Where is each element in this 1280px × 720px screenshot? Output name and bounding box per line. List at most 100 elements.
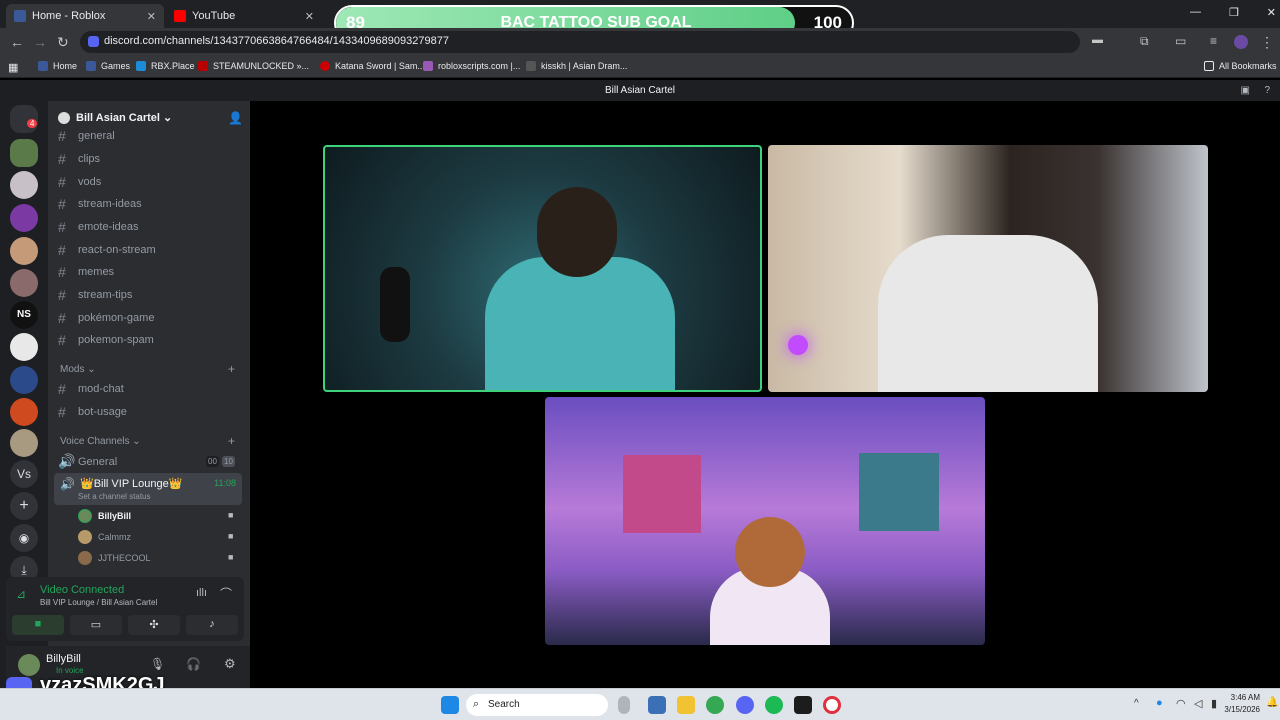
close-window-icon[interactable]: ✕ bbox=[1267, 6, 1276, 19]
invite-icon[interactable]: 👤 bbox=[228, 111, 243, 125]
channel-emote-ideas[interactable]: # emote-ideas bbox=[58, 219, 139, 235]
disconnect-icon[interactable]: ⌒ bbox=[220, 585, 232, 602]
widgets-icon[interactable] bbox=[618, 696, 630, 714]
channel-sidebar: Bill Asian Cartel ⌄ 👤 # general # clips # v… bbox=[6, 101, 250, 688]
server-icon[interactable] bbox=[10, 333, 38, 361]
channel-bot-usage[interactable]: # bot-usage bbox=[58, 404, 127, 420]
chevron-up-icon[interactable]: ^ bbox=[1134, 698, 1139, 709]
inbox-icon[interactable]: ▣ bbox=[1241, 85, 1250, 96]
reload-icon[interactable]: ↻ bbox=[57, 34, 69, 51]
add-channel-icon[interactable]: + bbox=[228, 362, 235, 376]
bookmark-robloxscripts[interactable]: robloxscripts.com |... bbox=[423, 61, 520, 71]
add-channel-icon[interactable]: + bbox=[228, 434, 235, 448]
channel-clips[interactable]: # clips bbox=[58, 151, 100, 167]
screenshare-button[interactable]: ▭ bbox=[70, 615, 122, 635]
channel-status-hint[interactable]: Set a channel status bbox=[78, 492, 151, 501]
cast-icon[interactable]: ▭ bbox=[1175, 34, 1186, 48]
extension-icon[interactable]: ▬ bbox=[1092, 34, 1103, 46]
channel-pokemon-game[interactable]: # pokémon-game bbox=[58, 310, 154, 326]
start-icon[interactable] bbox=[441, 696, 459, 714]
all-bookmarks[interactable]: All Bookmarks bbox=[1204, 61, 1277, 71]
channel-memes[interactable]: # memes bbox=[58, 264, 114, 280]
minimize-icon[interactable]: — bbox=[1190, 6, 1201, 19]
clock-date[interactable]: 3/15/2026 bbox=[1210, 705, 1260, 714]
voice-user-billybill[interactable]: BillyBill bbox=[78, 509, 131, 523]
discover-icon[interactable]: ◉ bbox=[10, 524, 38, 552]
bookmark-home[interactable]: Home bbox=[38, 61, 77, 71]
profile-avatar[interactable] bbox=[1234, 35, 1248, 49]
headphones-icon[interactable]: 🎧 bbox=[186, 657, 201, 671]
bookmark-steamunlocked[interactable]: STEAMUNLOCKED »... bbox=[198, 61, 309, 71]
bookmark-games[interactable]: Games bbox=[86, 61, 130, 71]
voice-user-jjthecool[interactable]: JJTHECOOL bbox=[78, 551, 151, 565]
server-icon[interactable] bbox=[10, 237, 38, 265]
channel-react-on-stream[interactable]: # react-on-stream bbox=[58, 242, 156, 258]
wifi-icon[interactable]: ◠ bbox=[1176, 697, 1186, 710]
video-tile[interactable] bbox=[768, 145, 1208, 392]
soundboard-button[interactable]: ♪ bbox=[186, 615, 238, 635]
server-bill-asian-cartel[interactable] bbox=[10, 139, 38, 167]
channel-pokemon-spam[interactable]: # pokemon-spam bbox=[58, 332, 154, 348]
server-icon[interactable] bbox=[10, 269, 38, 297]
chrome-icon[interactable] bbox=[706, 696, 724, 714]
url-input[interactable]: discord.com/channels/1343770663864766484… bbox=[80, 31, 1080, 53]
camera-toggle-button[interactable]: ■ bbox=[12, 615, 64, 635]
opera-icon[interactable] bbox=[823, 696, 841, 714]
avatar[interactable] bbox=[18, 654, 40, 676]
category-voice[interactable]: Voice Channels ⌄ bbox=[60, 436, 141, 447]
noise-suppression-icon[interactable]: ıllı bbox=[196, 587, 207, 599]
bookmark-rbxplace[interactable]: RBX.Place bbox=[136, 61, 195, 71]
close-icon[interactable]: ✕ bbox=[147, 10, 156, 23]
clock-time[interactable]: 3:46 AM bbox=[1220, 693, 1260, 702]
activities-button[interactable]: ✣ bbox=[128, 615, 180, 635]
server-icon[interactable] bbox=[10, 429, 38, 457]
microphone-icon[interactable]: ● bbox=[1156, 697, 1163, 709]
store-icon[interactable] bbox=[648, 696, 666, 714]
file-explorer-icon[interactable] bbox=[677, 696, 695, 714]
channel-stream-tips[interactable]: # stream-tips bbox=[58, 287, 132, 303]
notification-icon[interactable]: 🔔 bbox=[1266, 697, 1278, 708]
server-icon[interactable] bbox=[10, 204, 38, 232]
channel-general[interactable]: # general bbox=[58, 128, 115, 144]
spotify-icon[interactable] bbox=[765, 696, 783, 714]
bookmark-label: Katana Sword | Sam... bbox=[335, 61, 425, 71]
category-mods[interactable]: Mods ⌄ bbox=[60, 364, 96, 375]
extensions-icon[interactable]: ⧉ bbox=[1140, 34, 1149, 49]
app-icon[interactable] bbox=[794, 696, 812, 714]
signal-icon[interactable]: ⊿ bbox=[16, 587, 26, 601]
microphone-icon[interactable]: 🎙 bbox=[150, 657, 165, 671]
channel-stream-ideas[interactable]: # stream-ideas bbox=[58, 196, 142, 212]
voice-channel-general[interactable]: 🔊 General 00 10 bbox=[58, 453, 238, 470]
tab-roblox[interactable]: Home - Roblox ✕ bbox=[6, 4, 164, 28]
channel-mod-chat[interactable]: # mod-chat bbox=[58, 381, 124, 397]
discord-icon[interactable] bbox=[736, 696, 754, 714]
forward-icon[interactable]: → bbox=[33, 34, 47, 50]
rtc-location[interactable]: Bill VIP Lounge / Bill Asian Cartel bbox=[40, 598, 157, 607]
video-tile[interactable] bbox=[545, 397, 985, 645]
server-icon[interactable] bbox=[10, 366, 38, 394]
server-icon[interactable] bbox=[10, 398, 38, 426]
server-ns[interactable]: NS bbox=[10, 301, 38, 329]
tab-youtube[interactable]: YouTube ✕ bbox=[166, 4, 322, 28]
media-icon[interactable]: ≡ bbox=[1210, 34, 1217, 48]
bookmark-katana[interactable]: Katana Sword | Sam... bbox=[320, 61, 425, 71]
channel-vods[interactable]: # vods bbox=[58, 174, 101, 190]
gear-icon[interactable]: ⚙ bbox=[224, 656, 236, 672]
server-vs[interactable]: Vs bbox=[10, 460, 38, 488]
site-info-icon[interactable] bbox=[88, 36, 99, 47]
add-server-icon[interactable]: + bbox=[10, 492, 38, 520]
apps-icon[interactable]: ▦ bbox=[8, 61, 18, 74]
menu-icon[interactable]: ⋮ bbox=[1260, 34, 1274, 51]
help-icon[interactable]: ? bbox=[1264, 85, 1270, 96]
back-icon[interactable]: ← bbox=[10, 34, 24, 50]
restore-icon[interactable]: ❐ bbox=[1229, 6, 1239, 19]
volume-icon[interactable]: ◁ bbox=[1194, 697, 1202, 710]
voice-user-calmmz[interactable]: Calmmz bbox=[78, 530, 131, 544]
taskbar-search[interactable]: ⌕ Search bbox=[466, 694, 608, 716]
video-tile-speaking[interactable] bbox=[323, 145, 762, 392]
server-icon[interactable] bbox=[10, 171, 38, 199]
close-icon[interactable]: ✕ bbox=[305, 10, 314, 23]
bookmark-kisskh[interactable]: kisskh | Asian Dram... bbox=[526, 61, 627, 71]
voice-channel-vip-lounge[interactable]: 🔊 👑Bill VIP Lounge👑 11:08 Set a channel … bbox=[54, 473, 242, 505]
server-header[interactable]: Bill Asian Cartel ⌄ bbox=[58, 111, 172, 124]
